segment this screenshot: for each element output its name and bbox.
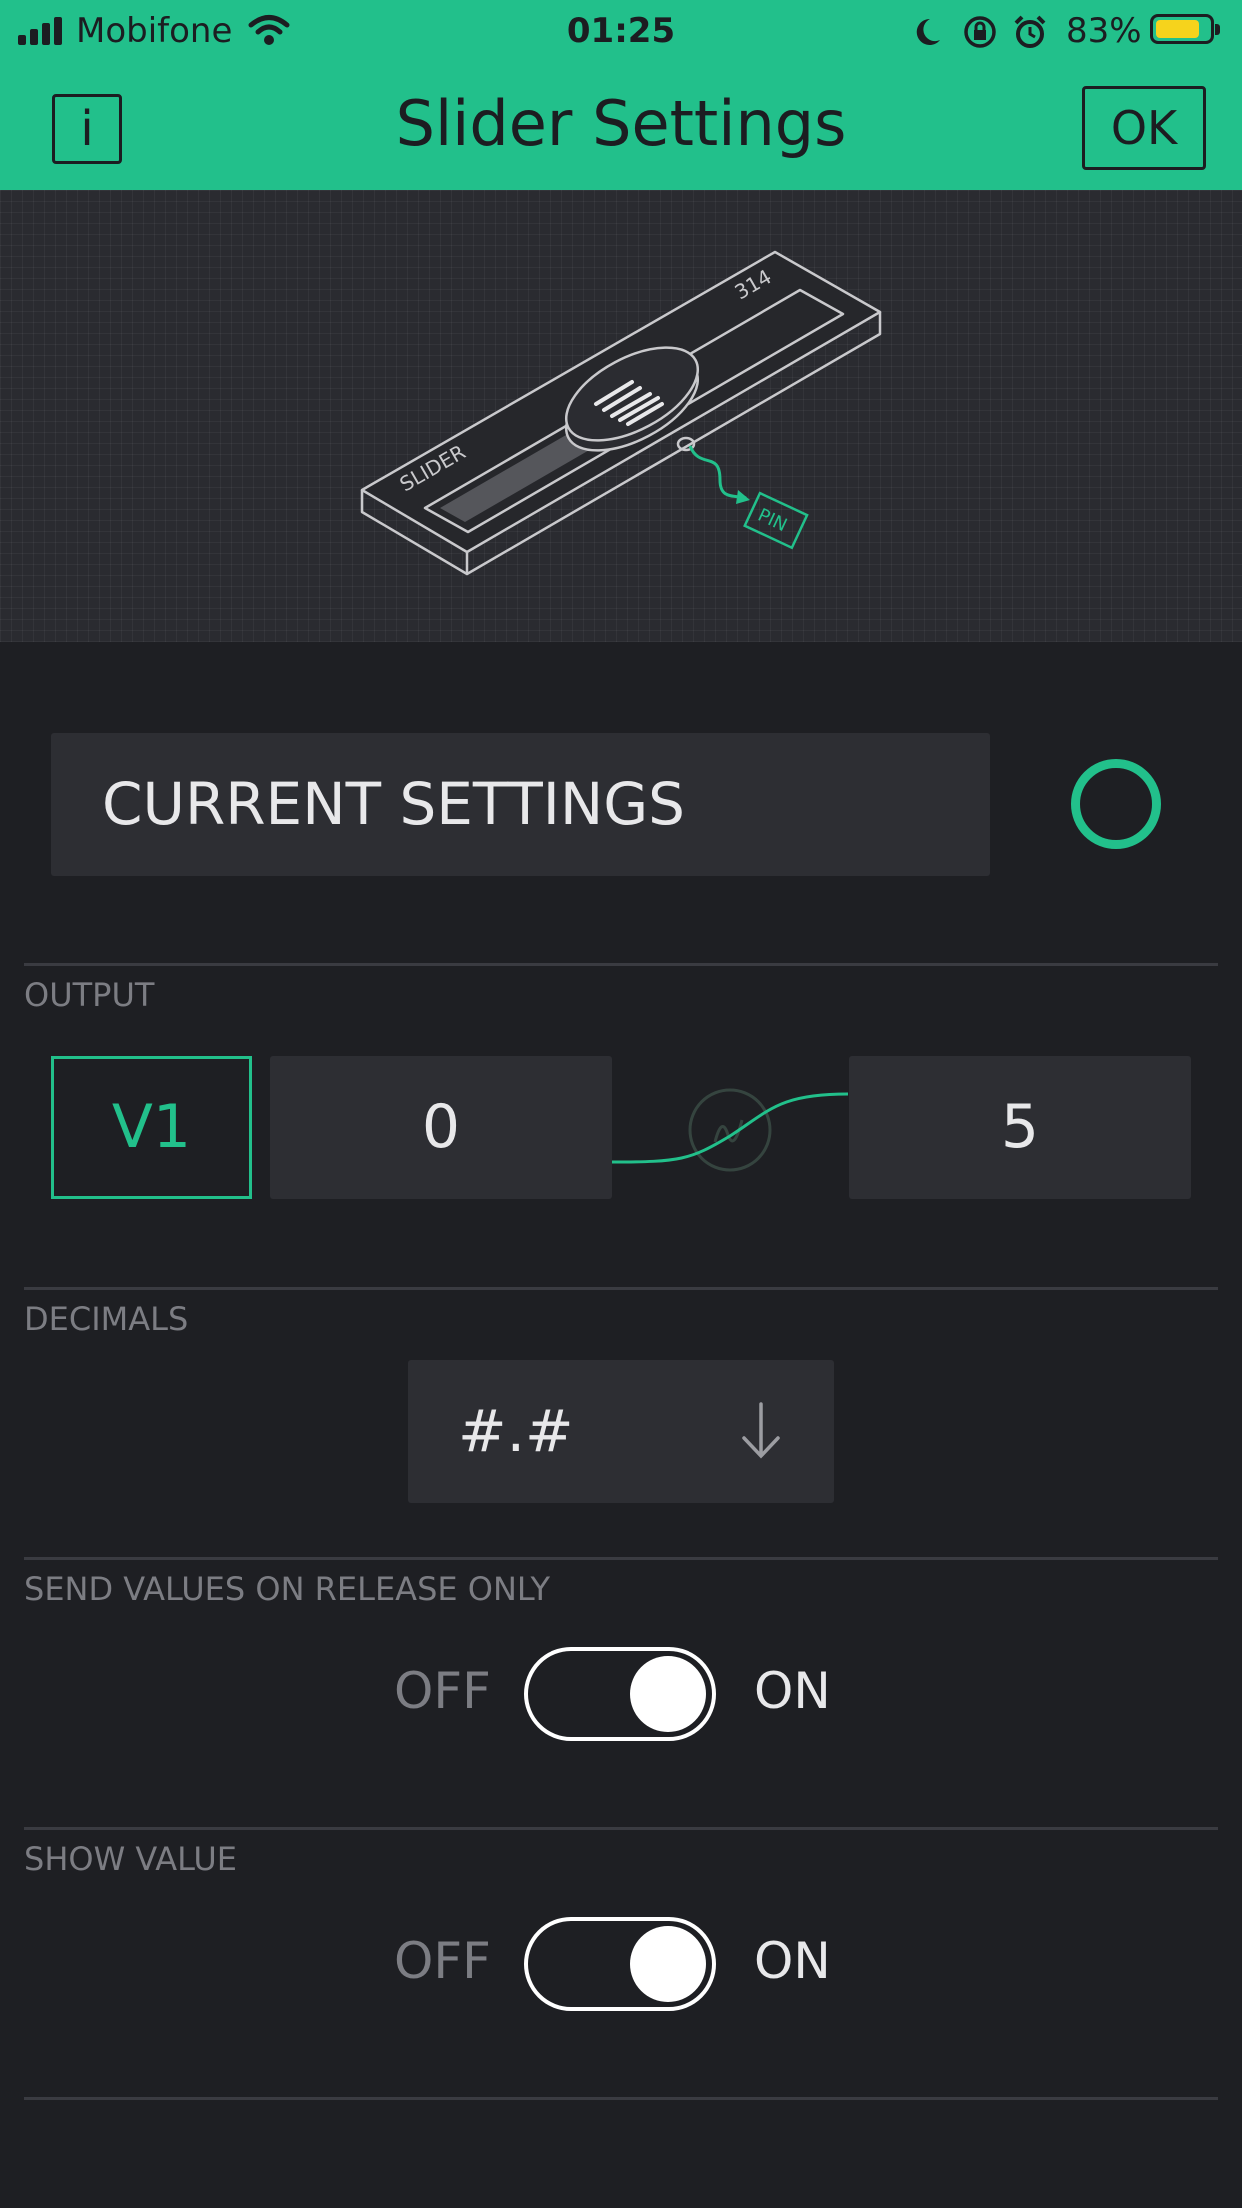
divider <box>24 963 1218 966</box>
arrow-down-icon <box>742 1402 780 1459</box>
divider <box>24 1287 1218 1290</box>
send-on-release-on-label: ON <box>754 1662 831 1720</box>
divider <box>24 2097 1218 2100</box>
ok-button[interactable]: OK <box>1082 86 1206 170</box>
divider <box>24 1557 1218 1560</box>
rotation-lock-icon <box>964 16 996 48</box>
status-bar: Mobifone 01:25 83% <box>0 0 1242 62</box>
output-min-input[interactable]: 0 <box>270 1056 612 1199</box>
status-time: 01:25 <box>566 11 676 51</box>
divider <box>24 1827 1218 1830</box>
output-max-input[interactable]: 5 <box>849 1056 1191 1199</box>
toggle-knob <box>630 1926 706 2002</box>
alarm-icon <box>1014 15 1046 48</box>
toggle-knob <box>630 1656 706 1732</box>
output-label: OUTPUT <box>24 976 155 1014</box>
battery-icon <box>1150 14 1220 44</box>
decimals-value: #.# <box>458 1397 574 1465</box>
send-on-release-toggle[interactable] <box>524 1647 716 1741</box>
status-circle-icon[interactable] <box>1071 759 1161 849</box>
decimals-label: DECIMALS <box>24 1300 189 1338</box>
pin-selector[interactable]: V1 <box>51 1056 252 1199</box>
send-on-release-off-label: OFF <box>394 1662 491 1720</box>
page-title: Slider Settings <box>395 87 847 160</box>
moon-icon <box>916 18 940 45</box>
battery-percent: 83% <box>1066 11 1142 51</box>
send-on-release-label: SEND VALUES ON RELEASE ONLY <box>24 1570 551 1608</box>
show-value-on-label: ON <box>754 1932 831 1990</box>
widget-preview: SLIDER 314 PIN <box>0 190 1242 642</box>
show-value-label: SHOW VALUE <box>24 1840 237 1878</box>
show-value-off-label: OFF <box>394 1932 491 1990</box>
show-value-toggle[interactable] <box>524 1917 716 2011</box>
current-settings-label: CURRENT SETTINGS <box>102 770 686 838</box>
mapping-curve-icon <box>611 1088 849 1172</box>
slider-illustration: SLIDER 314 PIN <box>360 250 882 576</box>
